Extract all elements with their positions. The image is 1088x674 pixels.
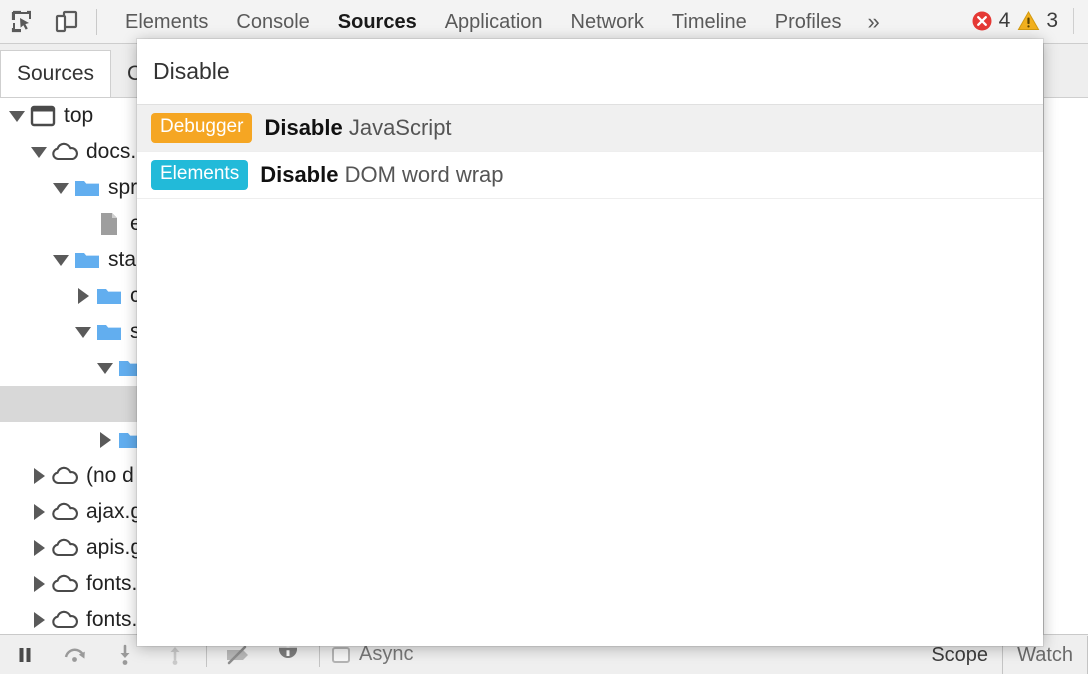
warning-icon bbox=[1017, 10, 1040, 32]
warning-counter[interactable]: 3 bbox=[1017, 9, 1058, 33]
tab-console[interactable]: Console bbox=[222, 1, 323, 43]
file-icon bbox=[98, 211, 120, 237]
twisty-placeholder bbox=[72, 206, 94, 242]
cloud-domain-icon bbox=[50, 566, 80, 602]
command-menu-item-rest: JavaScript bbox=[343, 115, 452, 140]
folder-icon bbox=[94, 278, 124, 314]
cloud-domain-icon bbox=[50, 134, 80, 170]
chevron-right-icon[interactable] bbox=[28, 530, 50, 566]
chevron-down-icon[interactable] bbox=[50, 170, 72, 206]
tab-application[interactable]: Application bbox=[431, 1, 557, 43]
chevron-down-icon[interactable] bbox=[6, 98, 28, 134]
chevron-right-icon[interactable] bbox=[28, 602, 50, 634]
tab-timeline[interactable]: Timeline bbox=[658, 1, 761, 43]
folder-icon bbox=[94, 314, 124, 350]
cloud-domain-icon bbox=[50, 573, 80, 595]
tree-row-label: spr bbox=[108, 170, 137, 206]
main-toolbar: Elements Console Sources Application Net… bbox=[0, 0, 1088, 44]
async-checkbox[interactable]: Async bbox=[332, 643, 413, 666]
tab-network[interactable]: Network bbox=[557, 1, 658, 43]
error-count: 4 bbox=[999, 9, 1011, 33]
page-frame-icon bbox=[28, 98, 58, 134]
command-menu-item-badge: Debugger bbox=[151, 113, 252, 143]
folder-icon bbox=[72, 170, 102, 206]
tab-sources[interactable]: Sources bbox=[324, 1, 431, 43]
chevron-right-icon[interactable] bbox=[28, 566, 50, 602]
more-tabs-chevron-icon[interactable]: » bbox=[855, 1, 891, 43]
toolbar-divider bbox=[96, 9, 97, 35]
folder-icon bbox=[72, 242, 102, 278]
inspect-element-icon[interactable] bbox=[0, 1, 44, 43]
tab-elements[interactable]: Elements bbox=[111, 1, 222, 43]
subtab-sources[interactable]: Sources bbox=[0, 50, 111, 97]
command-menu-item-text: Disable DOM word wrap bbox=[260, 162, 503, 188]
tree-row-label: top bbox=[64, 98, 93, 134]
tree-row-label: fonts. bbox=[86, 602, 137, 634]
tab-profiles[interactable]: Profiles bbox=[761, 1, 856, 43]
command-menu-dialog: Debugger Disable JavaScript Elements Disabl… bbox=[137, 39, 1043, 646]
tree-row-label: ajax.g bbox=[86, 494, 142, 530]
debugger-divider-2 bbox=[319, 643, 320, 667]
chevron-down-icon[interactable] bbox=[50, 242, 72, 278]
command-menu-item-match: Disable bbox=[264, 115, 342, 140]
cloud-domain-icon bbox=[50, 530, 80, 566]
cloud-domain-icon bbox=[50, 494, 80, 530]
panel-tabs: Elements Console Sources Application Net… bbox=[111, 1, 892, 43]
chevron-down-icon[interactable] bbox=[28, 134, 50, 170]
toolbar-end-divider bbox=[1073, 8, 1074, 34]
tree-row-label: docs. bbox=[86, 134, 136, 170]
cloud-domain-icon bbox=[50, 602, 80, 634]
tree-row-label: apis.g bbox=[86, 530, 142, 566]
error-counter[interactable]: 4 bbox=[971, 9, 1011, 33]
cloud-domain-icon bbox=[50, 609, 80, 631]
tree-row-label: (no d bbox=[86, 458, 134, 494]
command-menu-list[interactable]: Debugger Disable JavaScript Elements Disabl… bbox=[137, 105, 1043, 646]
chevron-right-icon[interactable] bbox=[28, 494, 50, 530]
chevron-right-icon[interactable] bbox=[28, 458, 50, 494]
warning-count: 3 bbox=[1046, 9, 1058, 33]
command-menu-item-badge: Elements bbox=[151, 160, 248, 190]
issue-counters: 4 3 bbox=[971, 0, 1074, 42]
step-over-icon[interactable] bbox=[50, 636, 100, 674]
folder-icon bbox=[73, 249, 101, 271]
cloud-domain-icon bbox=[50, 501, 80, 523]
page-frame-icon bbox=[29, 104, 57, 128]
command-menu-item-match: Disable bbox=[260, 162, 338, 187]
chevron-right-icon[interactable] bbox=[94, 422, 116, 458]
command-menu-input-area bbox=[137, 39, 1043, 105]
right-panel-body bbox=[1043, 98, 1088, 634]
folder-icon bbox=[73, 177, 101, 199]
device-toolbar-icon[interactable] bbox=[44, 1, 88, 43]
async-label: Async bbox=[359, 643, 413, 666]
file-icon bbox=[94, 206, 124, 242]
cloud-domain-icon bbox=[50, 537, 80, 559]
twisty-placeholder bbox=[94, 386, 116, 422]
command-menu-item-rest: DOM word wrap bbox=[338, 162, 503, 187]
tree-row-label: fonts. bbox=[86, 566, 137, 602]
cloud-domain-icon bbox=[50, 458, 80, 494]
debugger-divider-1 bbox=[206, 643, 207, 667]
right-panel-header bbox=[1043, 44, 1088, 98]
folder-icon bbox=[95, 321, 123, 343]
cloud-domain-icon bbox=[50, 141, 80, 163]
command-menu-input[interactable] bbox=[153, 58, 1027, 85]
async-checkbox-box[interactable] bbox=[332, 647, 350, 663]
command-menu-item[interactable]: Debugger Disable JavaScript bbox=[137, 105, 1043, 152]
devtools-window: Elements Console Sources Application Net… bbox=[0, 0, 1088, 674]
chevron-right-icon[interactable] bbox=[72, 278, 94, 314]
error-icon bbox=[971, 10, 993, 32]
chevron-down-icon[interactable] bbox=[94, 350, 116, 386]
cloud-domain-icon bbox=[50, 465, 80, 487]
chevron-down-icon[interactable] bbox=[72, 314, 94, 350]
tree-row-label: sta bbox=[108, 242, 136, 278]
folder-icon bbox=[95, 285, 123, 307]
command-menu-item[interactable]: Elements Disable DOM word wrap bbox=[137, 152, 1043, 199]
pause-resume-icon[interactable] bbox=[0, 636, 50, 674]
command-menu-item-text: Disable JavaScript bbox=[264, 115, 451, 141]
